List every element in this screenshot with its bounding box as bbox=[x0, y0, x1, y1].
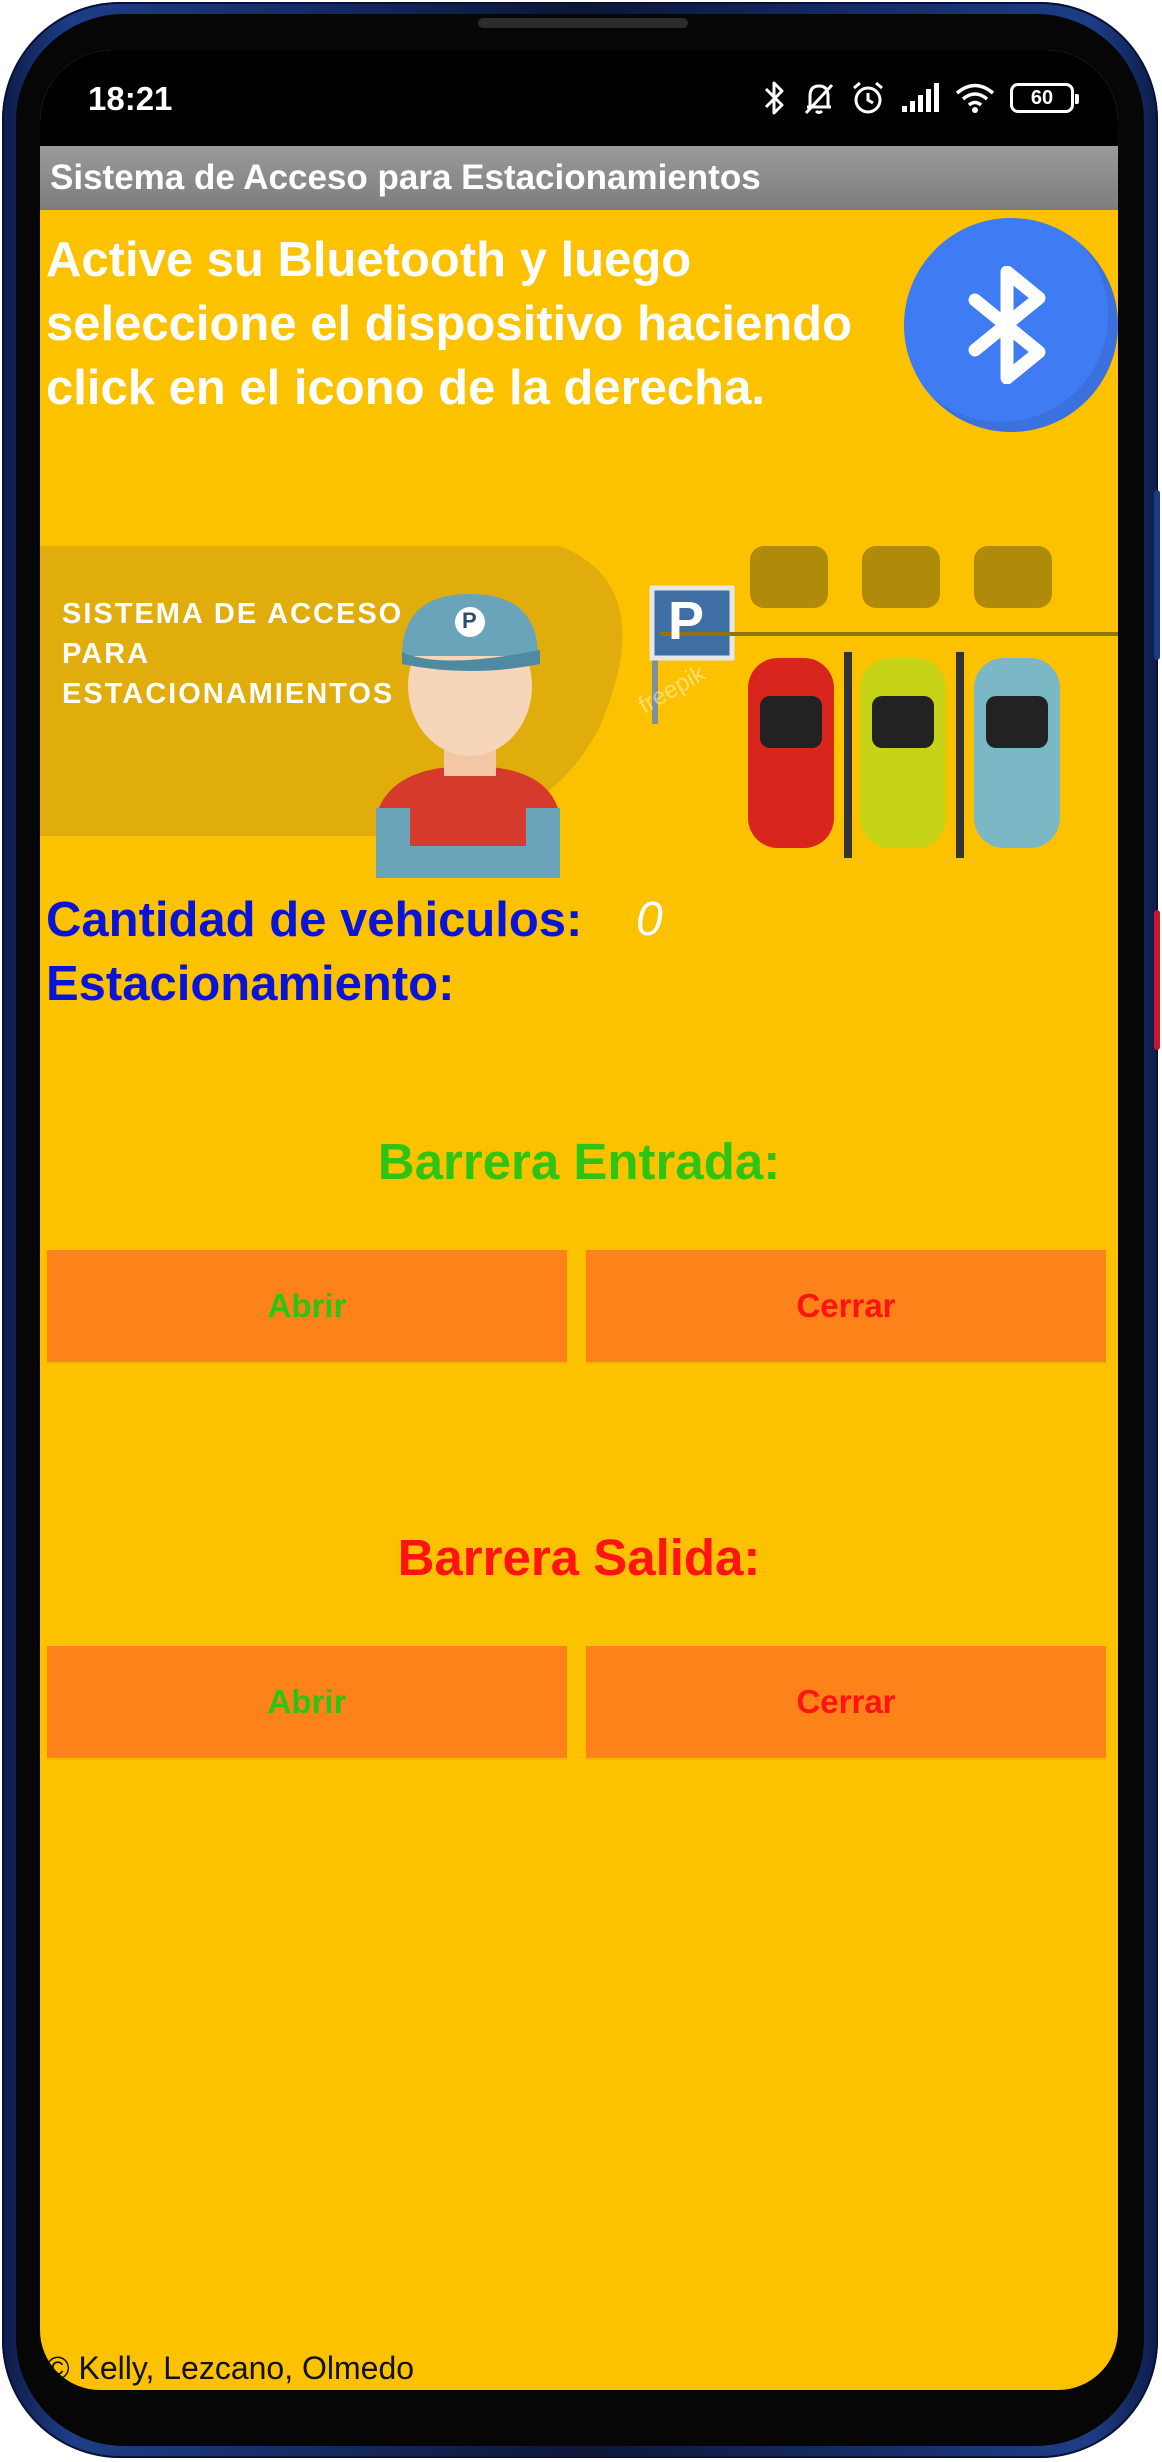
signal-icon bbox=[902, 83, 939, 112]
footer-credits: © Kelly, Lezcano, Olmedo bbox=[46, 2350, 415, 2386]
instructions-line-1: Active su Bluetooth y luego bbox=[46, 233, 692, 287]
instructions-line-3: click en el icono de la derecha. bbox=[46, 361, 765, 415]
banner-caption: SISTEMA DE ACCESO PARA ESTACIONAMIENTOS bbox=[62, 594, 403, 714]
banner-caption-line-3: ESTACIONAMIENTOS bbox=[62, 678, 395, 710]
volume-button bbox=[1154, 490, 1160, 660]
parking-banner-image: SISTEMA DE ACCESO PARA ESTACIONAMIENTOS … bbox=[40, 546, 1118, 878]
power-button bbox=[1154, 910, 1160, 1050]
instructions-line-2: seleccione el dispositivo haciendo bbox=[46, 297, 853, 351]
exit-open-button[interactable]: Abrir bbox=[47, 1646, 567, 1758]
app-title-bar: Sistema de Acceso para Estacionamientos bbox=[40, 146, 1118, 210]
vehicle-count-value: 0 bbox=[636, 893, 663, 946]
app-title: Sistema de Acceso para Estacionamientos bbox=[50, 158, 761, 197]
status-bar: 18:21 60 bbox=[40, 50, 1118, 146]
banner-caption-line-2: PARA bbox=[62, 638, 151, 670]
entry-close-button[interactable]: Cerrar bbox=[586, 1250, 1106, 1362]
screen: 18:21 60 Sistema de Acceso para Estacion… bbox=[40, 50, 1118, 2390]
parking-sign-letter: P bbox=[668, 591, 705, 651]
bluetooth-connect-button[interactable] bbox=[904, 218, 1118, 432]
banner-caption-line-1: SISTEMA DE ACCESO bbox=[62, 598, 404, 630]
battery-level: 60 bbox=[1030, 86, 1054, 109]
entry-open-button[interactable]: Abrir bbox=[47, 1250, 567, 1362]
wifi-icon bbox=[955, 83, 995, 113]
status-time: 18:21 bbox=[88, 80, 173, 117]
battery-icon: 60 bbox=[1010, 83, 1079, 113]
status-icons: 60 bbox=[762, 78, 1079, 118]
alarm-icon bbox=[853, 81, 883, 114]
bluetooth-icon bbox=[968, 266, 1046, 384]
earpiece-speaker bbox=[478, 18, 688, 28]
bluetooth-icon bbox=[764, 81, 784, 115]
exit-close-button[interactable]: Cerrar bbox=[586, 1646, 1106, 1758]
cap-badge-letter: P bbox=[462, 608, 477, 633]
parking-label: Estacionamiento: bbox=[46, 957, 455, 1011]
exit-barrier-title: Barrera Salida: bbox=[397, 1529, 761, 1586]
instructions-text: Active su Bluetooth y luego seleccione e… bbox=[46, 228, 946, 420]
vehicle-count-label: Cantidad de vehiculos: bbox=[46, 893, 583, 947]
entry-barrier-title: Barrera Entrada: bbox=[377, 1133, 781, 1190]
bell-muted-icon bbox=[804, 83, 834, 115]
